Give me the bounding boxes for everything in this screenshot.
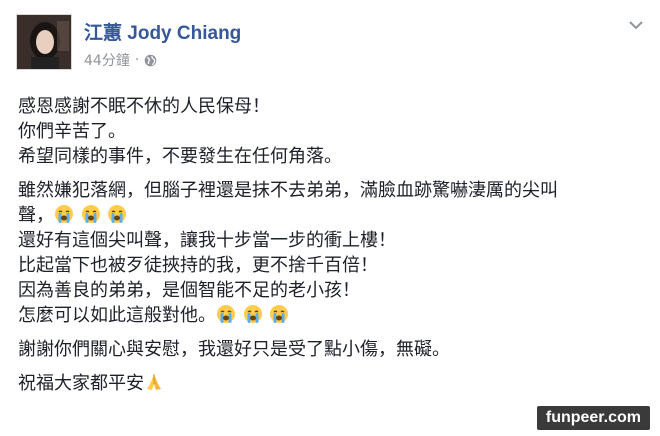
profile-photo bbox=[17, 15, 71, 69]
text-line: 還好有這個尖叫聲，讓我十步當一步的衝上樓！ bbox=[18, 230, 396, 251]
author-name[interactable]: 江蕙 Jody Chiang bbox=[84, 18, 241, 45]
text-segment: 聲， bbox=[18, 205, 54, 226]
text-line: 你們辛苦了。 bbox=[18, 121, 126, 142]
post-meta: 44分鐘 · bbox=[84, 50, 157, 70]
facebook-post: 江蕙 Jody Chiang 44分鐘 · 感恩感謝不眠不休的人民保母！ 你們辛… bbox=[0, 0, 660, 436]
chevron-down-icon[interactable] bbox=[628, 18, 644, 32]
text-line: 因為善良的弟弟，是個智能不足的老小孩！ bbox=[18, 280, 360, 301]
text-line-with-emoji: 怎麼可以如此這般對他。 bbox=[18, 303, 648, 328]
text-line: 比起當下也被歹徒挾持的我，更不捨千百倍！ bbox=[18, 255, 378, 276]
paragraph-2: 雖然嫌犯落網，但腦子裡還是抹不去弟弟，滿臉血跡驚嚇淒厲的尖叫 聲， 還好有這個尖… bbox=[18, 178, 648, 328]
folded-hands-icon bbox=[147, 374, 161, 390]
meta-separator: · bbox=[134, 52, 140, 68]
post-body: 感恩感謝不眠不休的人民保母！ 你們辛苦了。 希望同樣的事件，不要發生在任何角落。… bbox=[18, 94, 648, 405]
text-line: 雖然嫌犯落網，但腦子裡還是抹不去弟弟，滿臉血跡驚嚇淒厲的尖叫 bbox=[18, 180, 558, 201]
paragraph-1: 感恩感謝不眠不休的人民保母！ 你們辛苦了。 希望同樣的事件，不要發生在任何角落。 bbox=[18, 94, 648, 169]
avatar[interactable] bbox=[16, 14, 72, 70]
watermark-badge: funpeer.com bbox=[536, 406, 650, 430]
loudly-crying-face-icon bbox=[217, 305, 235, 323]
post-timestamp[interactable]: 44分鐘 bbox=[84, 50, 130, 70]
text-segment: 祝福大家都平安 bbox=[18, 373, 144, 394]
emoji-group bbox=[216, 303, 290, 328]
text-line: 感恩感謝不眠不休的人民保母！ bbox=[18, 96, 270, 117]
loudly-crying-face-icon bbox=[243, 305, 262, 323]
text-line: 希望同樣的事件，不要發生在任何角落。 bbox=[18, 146, 342, 167]
text-line-with-emoji: 祝福大家都平安 bbox=[18, 371, 648, 396]
text-line-with-emoji: 聲， bbox=[18, 203, 648, 228]
paragraph-4: 祝福大家都平安 bbox=[18, 371, 648, 396]
globe-icon[interactable] bbox=[144, 54, 157, 67]
paragraph-3: 謝謝你們關心與安慰，我還好只是受了點小傷，無礙。 bbox=[18, 337, 648, 362]
text-segment: 怎麼可以如此這般對他。 bbox=[18, 305, 216, 326]
loudly-crying-face-icon bbox=[55, 205, 73, 223]
emoji-group bbox=[54, 203, 128, 228]
text-line: 謝謝你們關心與安慰，我還好只是受了點小傷，無礙。 bbox=[18, 339, 450, 360]
loudly-crying-face-icon bbox=[81, 205, 100, 223]
loudly-crying-face-icon bbox=[270, 305, 289, 323]
loudly-crying-face-icon bbox=[108, 205, 127, 223]
